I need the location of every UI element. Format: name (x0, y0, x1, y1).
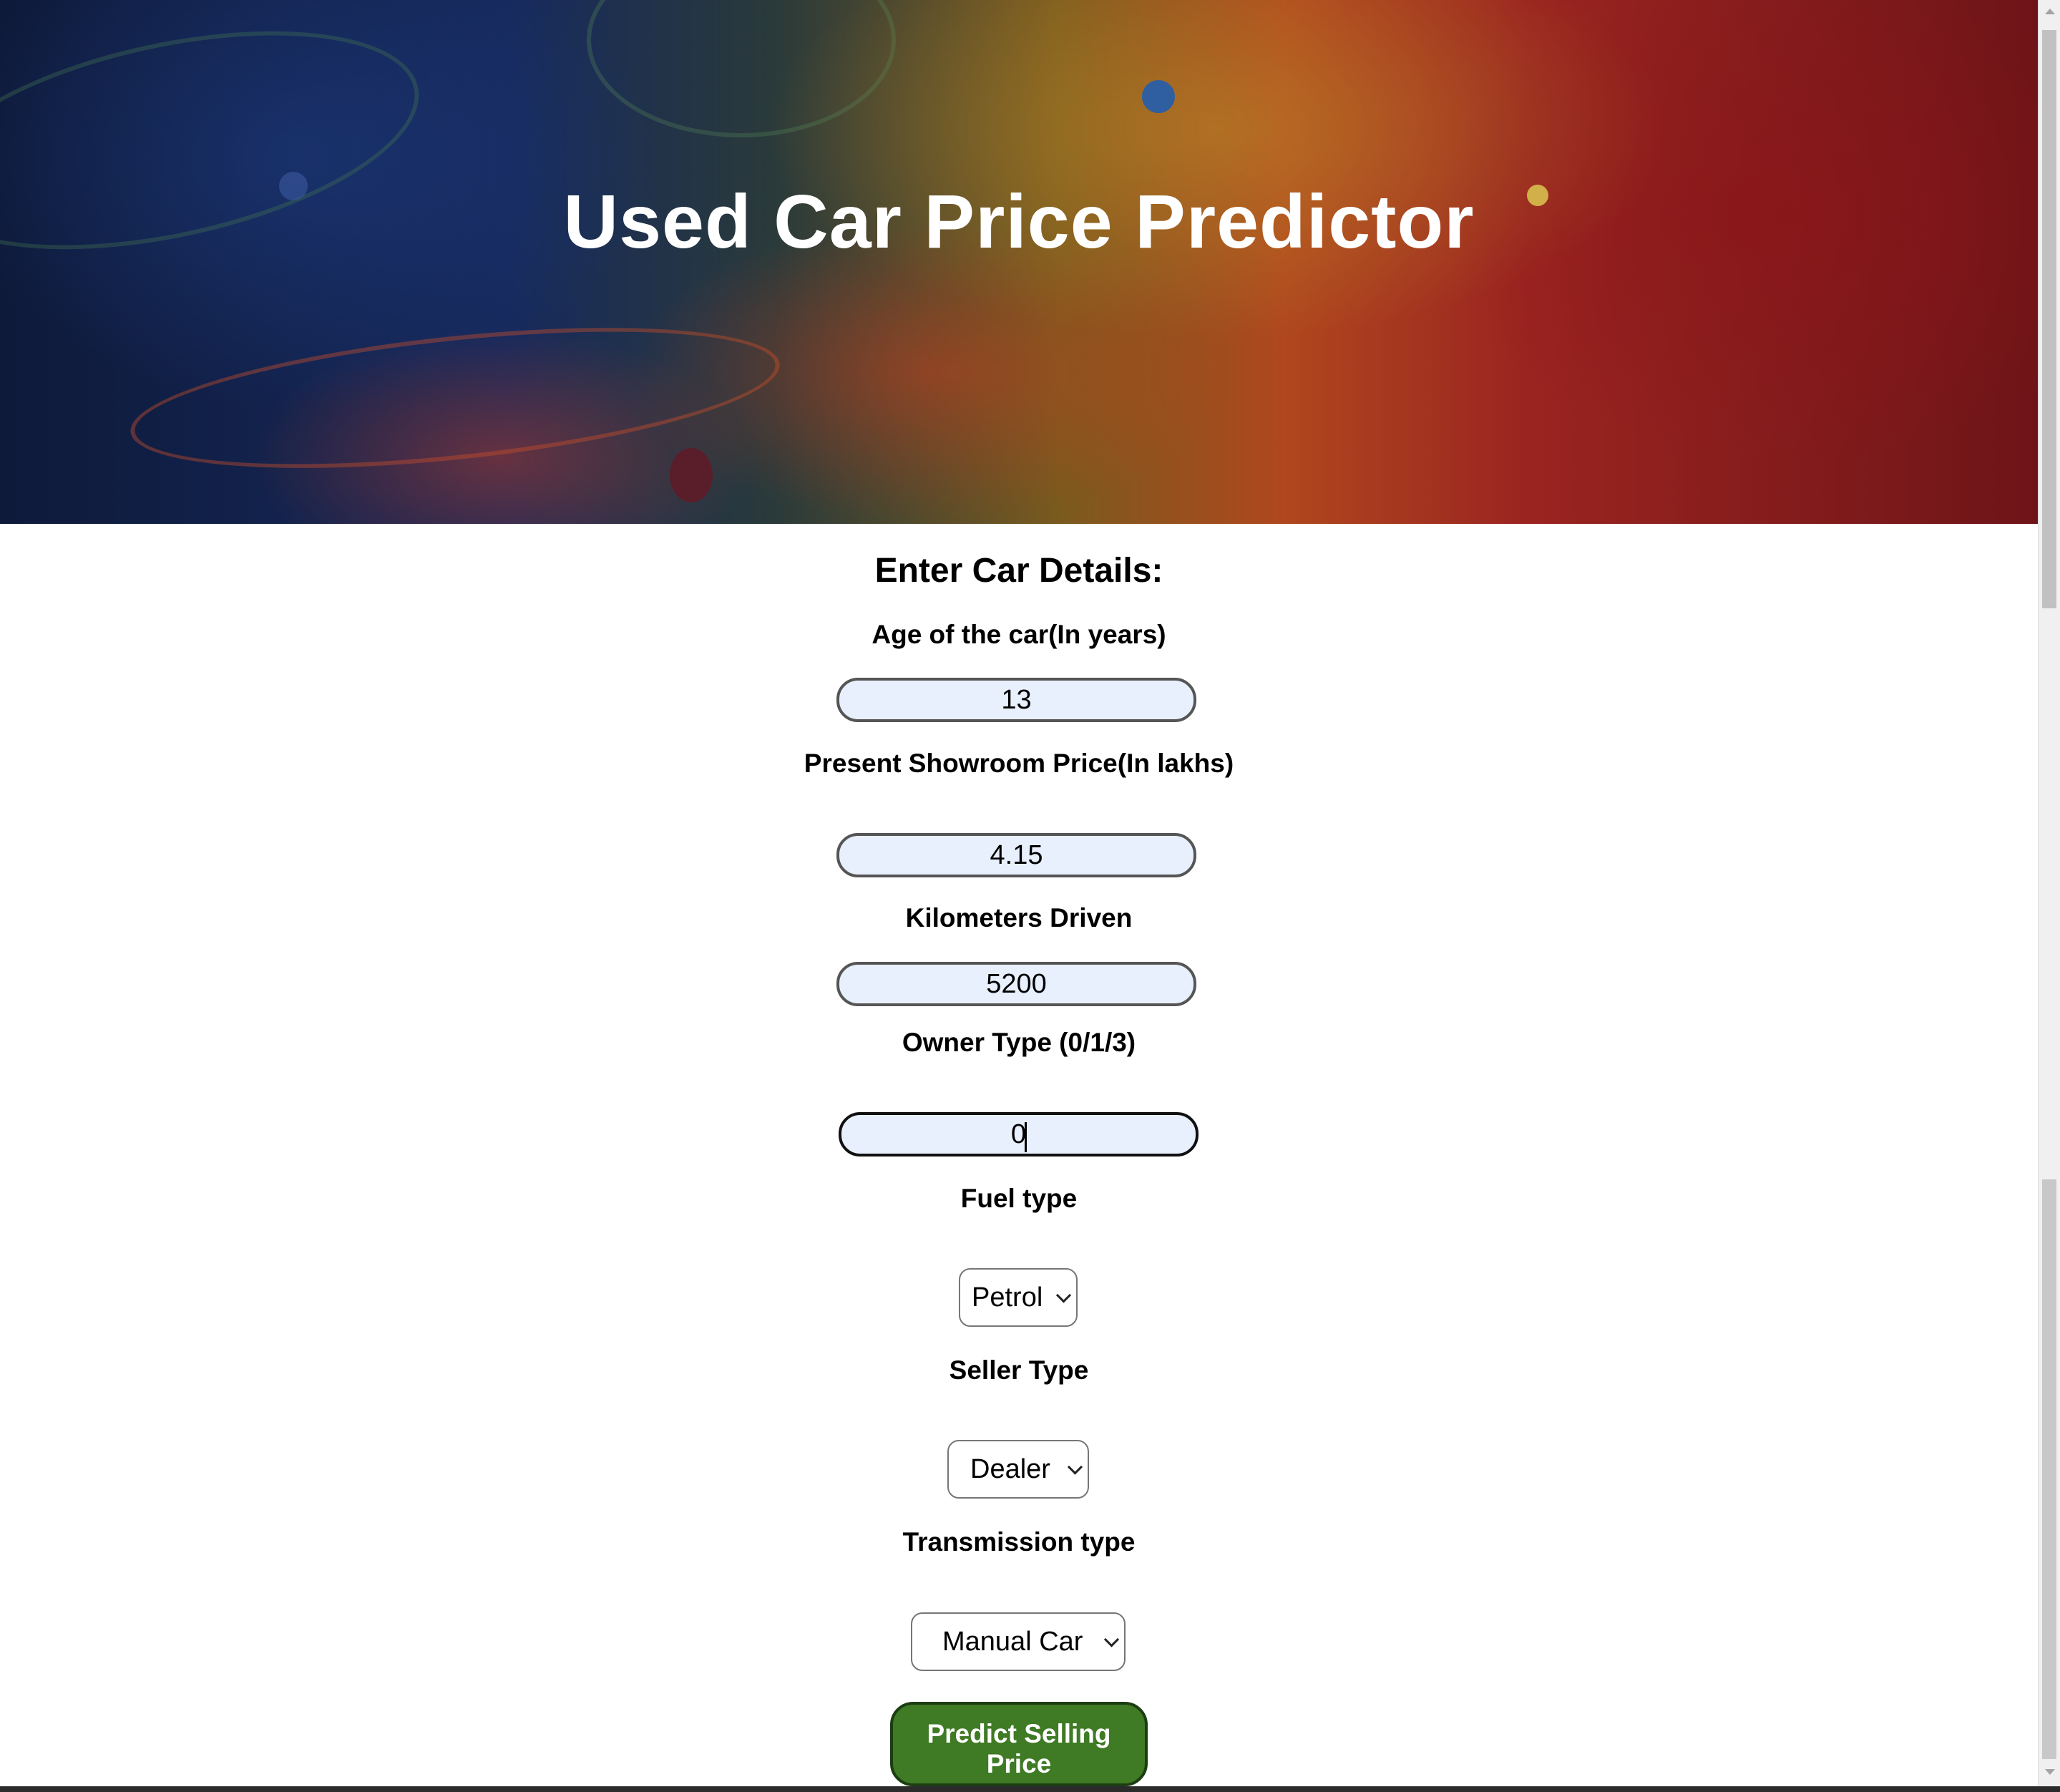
text-cursor (1025, 1122, 1027, 1152)
owner-type-input[interactable] (839, 1112, 1199, 1156)
chevron-down-icon (1055, 1287, 1072, 1303)
age-input[interactable] (836, 678, 1196, 722)
fuel-type-select[interactable]: Petrol (959, 1268, 1078, 1327)
predict-selling-price-button[interactable]: Predict Selling Price (890, 1702, 1148, 1786)
hero-banner: Used Car Price Predictor (0, 0, 2038, 524)
scroll-up-arrow-icon[interactable] (2045, 9, 2055, 14)
chevron-down-icon (1067, 1459, 1083, 1475)
scrollbar-track-segment (2042, 1179, 2056, 1759)
fuel-type-label: Fuel type (960, 1184, 1078, 1213)
scrollbar-thumb[interactable] (2042, 30, 2056, 608)
seller-type-label: Seller Type (949, 1355, 1089, 1385)
background-bubble (1142, 80, 1175, 113)
window-bottom-edge (0, 1786, 2060, 1792)
form-heading: Enter Car Details: (874, 552, 1163, 590)
chevron-down-icon (1103, 1632, 1120, 1647)
transmission-type-label: Transmission type (902, 1527, 1136, 1557)
fuel-type-selected: Petrol (972, 1282, 1043, 1313)
age-label: Age of the car(In years) (872, 620, 1166, 649)
predict-button-label-line2: Price (986, 1748, 1052, 1778)
page: Used Car Price Predictor Enter Car Detai… (0, 0, 2038, 1786)
predict-button-label-line1: Predict Selling (927, 1718, 1111, 1748)
owner-type-label: Owner Type (0/1/3) (902, 1028, 1136, 1057)
seller-type-select[interactable]: Dealer (947, 1440, 1089, 1499)
background-bubble (670, 448, 713, 502)
background-swirl (587, 0, 896, 137)
page-title: Used Car Price Predictor (563, 180, 1475, 264)
seller-type-selected: Dealer (970, 1453, 1050, 1484)
showroom-price-label: Present Showroom Price(In lakhs) (804, 749, 1234, 778)
vertical-scrollbar[interactable] (2038, 0, 2060, 1786)
transmission-type-selected: Manual Car (942, 1626, 1083, 1657)
kms-driven-label: Kilometers Driven (905, 903, 1133, 932)
scroll-down-arrow-icon[interactable] (2045, 1769, 2055, 1775)
showroom-price-input[interactable] (836, 833, 1196, 877)
kms-driven-input[interactable] (836, 962, 1196, 1006)
transmission-type-select[interactable]: Manual Car (911, 1612, 1126, 1671)
